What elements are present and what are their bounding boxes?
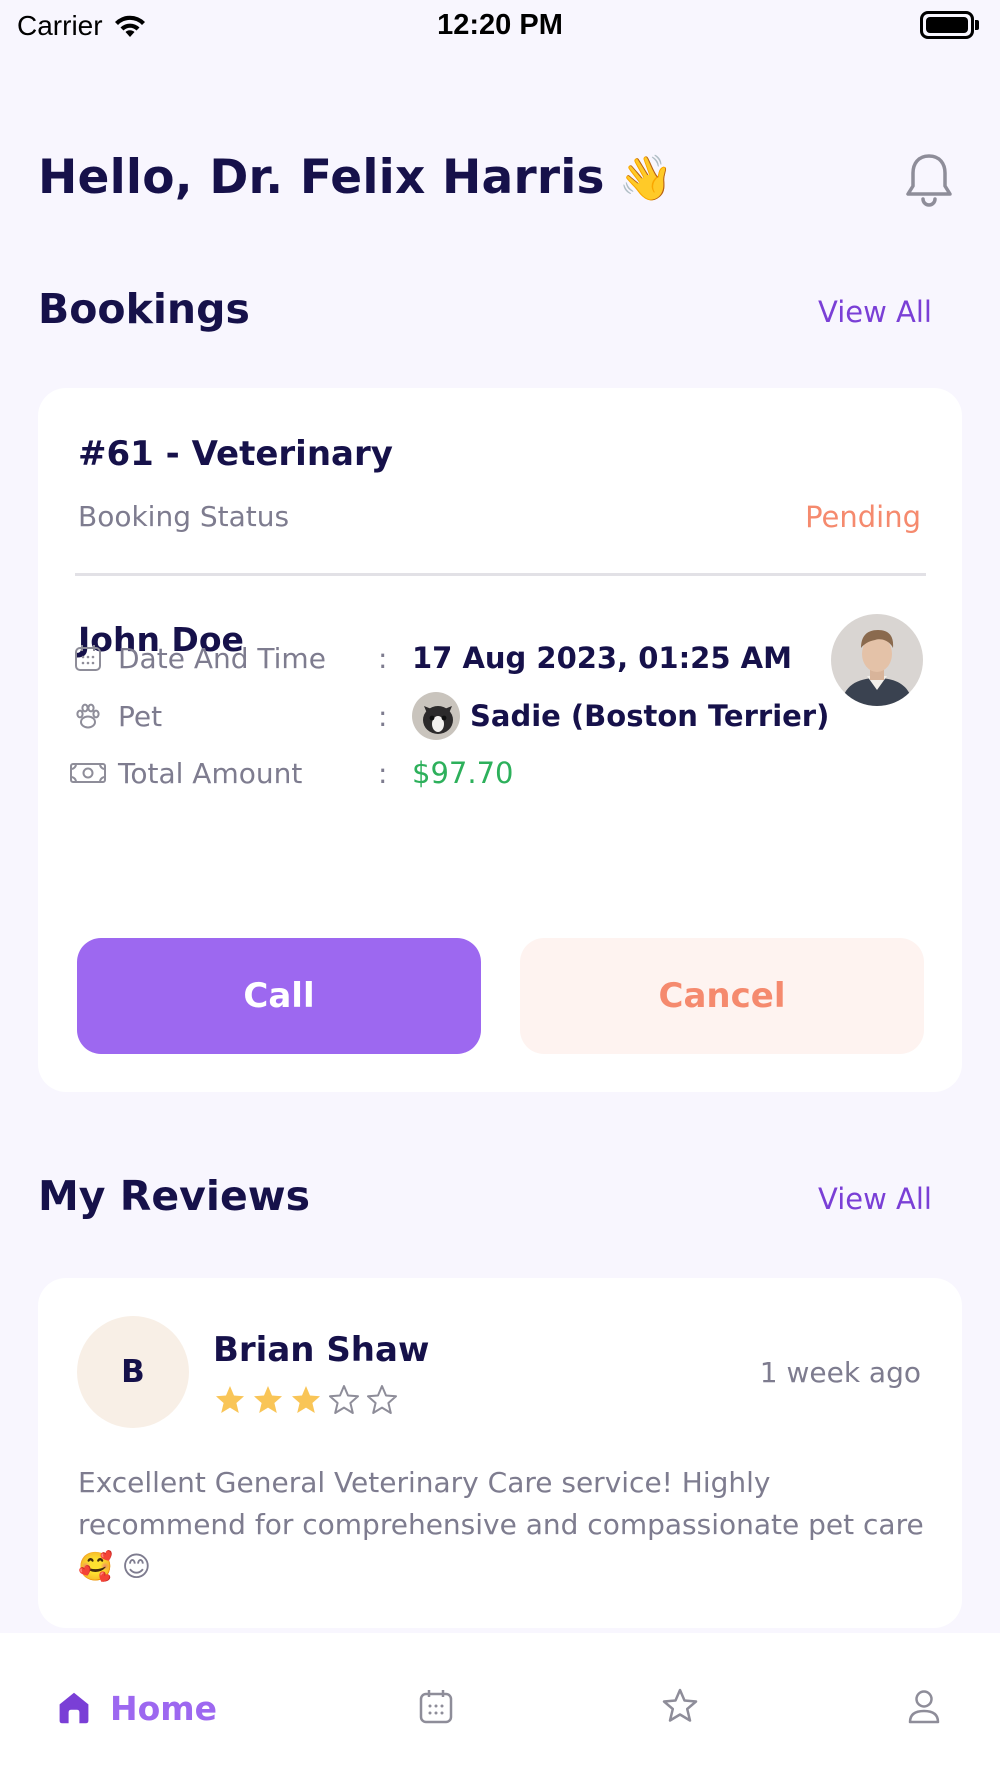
- star-filled-icon: [216, 1386, 244, 1413]
- info-row-total-amount: Total Amount : $97.70: [70, 753, 930, 793]
- pet-label: Pet: [118, 699, 163, 733]
- star-rating: [212, 1382, 400, 1418]
- star-empty-icon: [329, 1385, 359, 1414]
- bookings-section-title: Bookings: [38, 285, 250, 333]
- tab-profile[interactable]: [904, 1633, 944, 1778]
- total-amount-label: Total Amount: [118, 756, 303, 790]
- card-divider: [75, 573, 926, 576]
- star-tab-icon: [662, 1688, 698, 1722]
- reviewer-name: Brian Shaw: [213, 1330, 430, 1370]
- home-icon: [59, 1692, 89, 1724]
- bottom-tab-bar: Home: [0, 1633, 1000, 1778]
- reviewer-avatar: B: [77, 1316, 189, 1428]
- tab-reviews[interactable]: [660, 1633, 700, 1778]
- star-filled-icon: [292, 1386, 320, 1413]
- pet-colon: :: [378, 699, 388, 733]
- info-row-date-time: Date And Time : 17 Aug 2023, 01:25 AM: [70, 638, 930, 678]
- booking-status-badge: Pending: [805, 500, 921, 534]
- status-time: 12:20 PM: [437, 9, 563, 41]
- total-amount-colon: :: [378, 756, 388, 790]
- call-button[interactable]: Call: [77, 938, 481, 1054]
- review-text: Excellent General Veterinary Care servic…: [78, 1466, 924, 1583]
- calendar-icon: [70, 640, 106, 676]
- date-time-label: Date And Time: [118, 641, 326, 675]
- tab-home-label: Home: [110, 1688, 218, 1728]
- battery-icon: [920, 11, 980, 39]
- total-amount-value: $97.70: [412, 756, 514, 790]
- tab-home[interactable]: Home: [56, 1683, 217, 1733]
- bookings-view-all-link[interactable]: View All: [818, 295, 932, 329]
- notification-bell-icon[interactable]: [902, 150, 956, 210]
- calendar-tab-icon: [419, 1689, 453, 1723]
- pet-value: Sadie (Boston Terrier): [412, 692, 829, 740]
- profile-icon: [908, 1689, 940, 1723]
- booking-title: #61 - Veterinary: [78, 434, 393, 474]
- status-bar: Carrier 12:20 PM: [0, 0, 1000, 56]
- greeting-header: Hello, Dr. Felix Harris 👋: [38, 150, 674, 205]
- money-icon: [70, 755, 106, 791]
- star-empty-icon: [367, 1385, 397, 1414]
- review-time: 1 week ago: [759, 1356, 921, 1389]
- pet-name: Sadie (Boston Terrier): [470, 699, 830, 733]
- wave-emoji: 👋: [618, 152, 674, 204]
- cancel-button[interactable]: Cancel: [520, 938, 924, 1054]
- reviews-section-title: My Reviews: [38, 1172, 311, 1220]
- info-row-pet: Pet : Sadie (Boston Terrier): [70, 692, 930, 740]
- tab-bookings[interactable]: [416, 1633, 456, 1778]
- reviews-view-all-link[interactable]: View All: [818, 1182, 932, 1216]
- date-time-value: 17 Aug 2023, 01:25 AM: [412, 641, 792, 675]
- paw-icon: [70, 698, 106, 734]
- date-time-colon: :: [378, 641, 388, 675]
- greeting-text: Hello, Dr. Felix Harris: [38, 150, 605, 205]
- booking-status-label: Booking Status: [78, 500, 290, 533]
- review-card[interactable]: B Brian Shaw 1 week ago Excellent Genera…: [38, 1278, 962, 1628]
- booking-card[interactable]: #61 - Veterinary Booking Status Pending …: [38, 388, 962, 1092]
- star-filled-icon: [254, 1386, 282, 1413]
- pet-avatar: [412, 692, 460, 740]
